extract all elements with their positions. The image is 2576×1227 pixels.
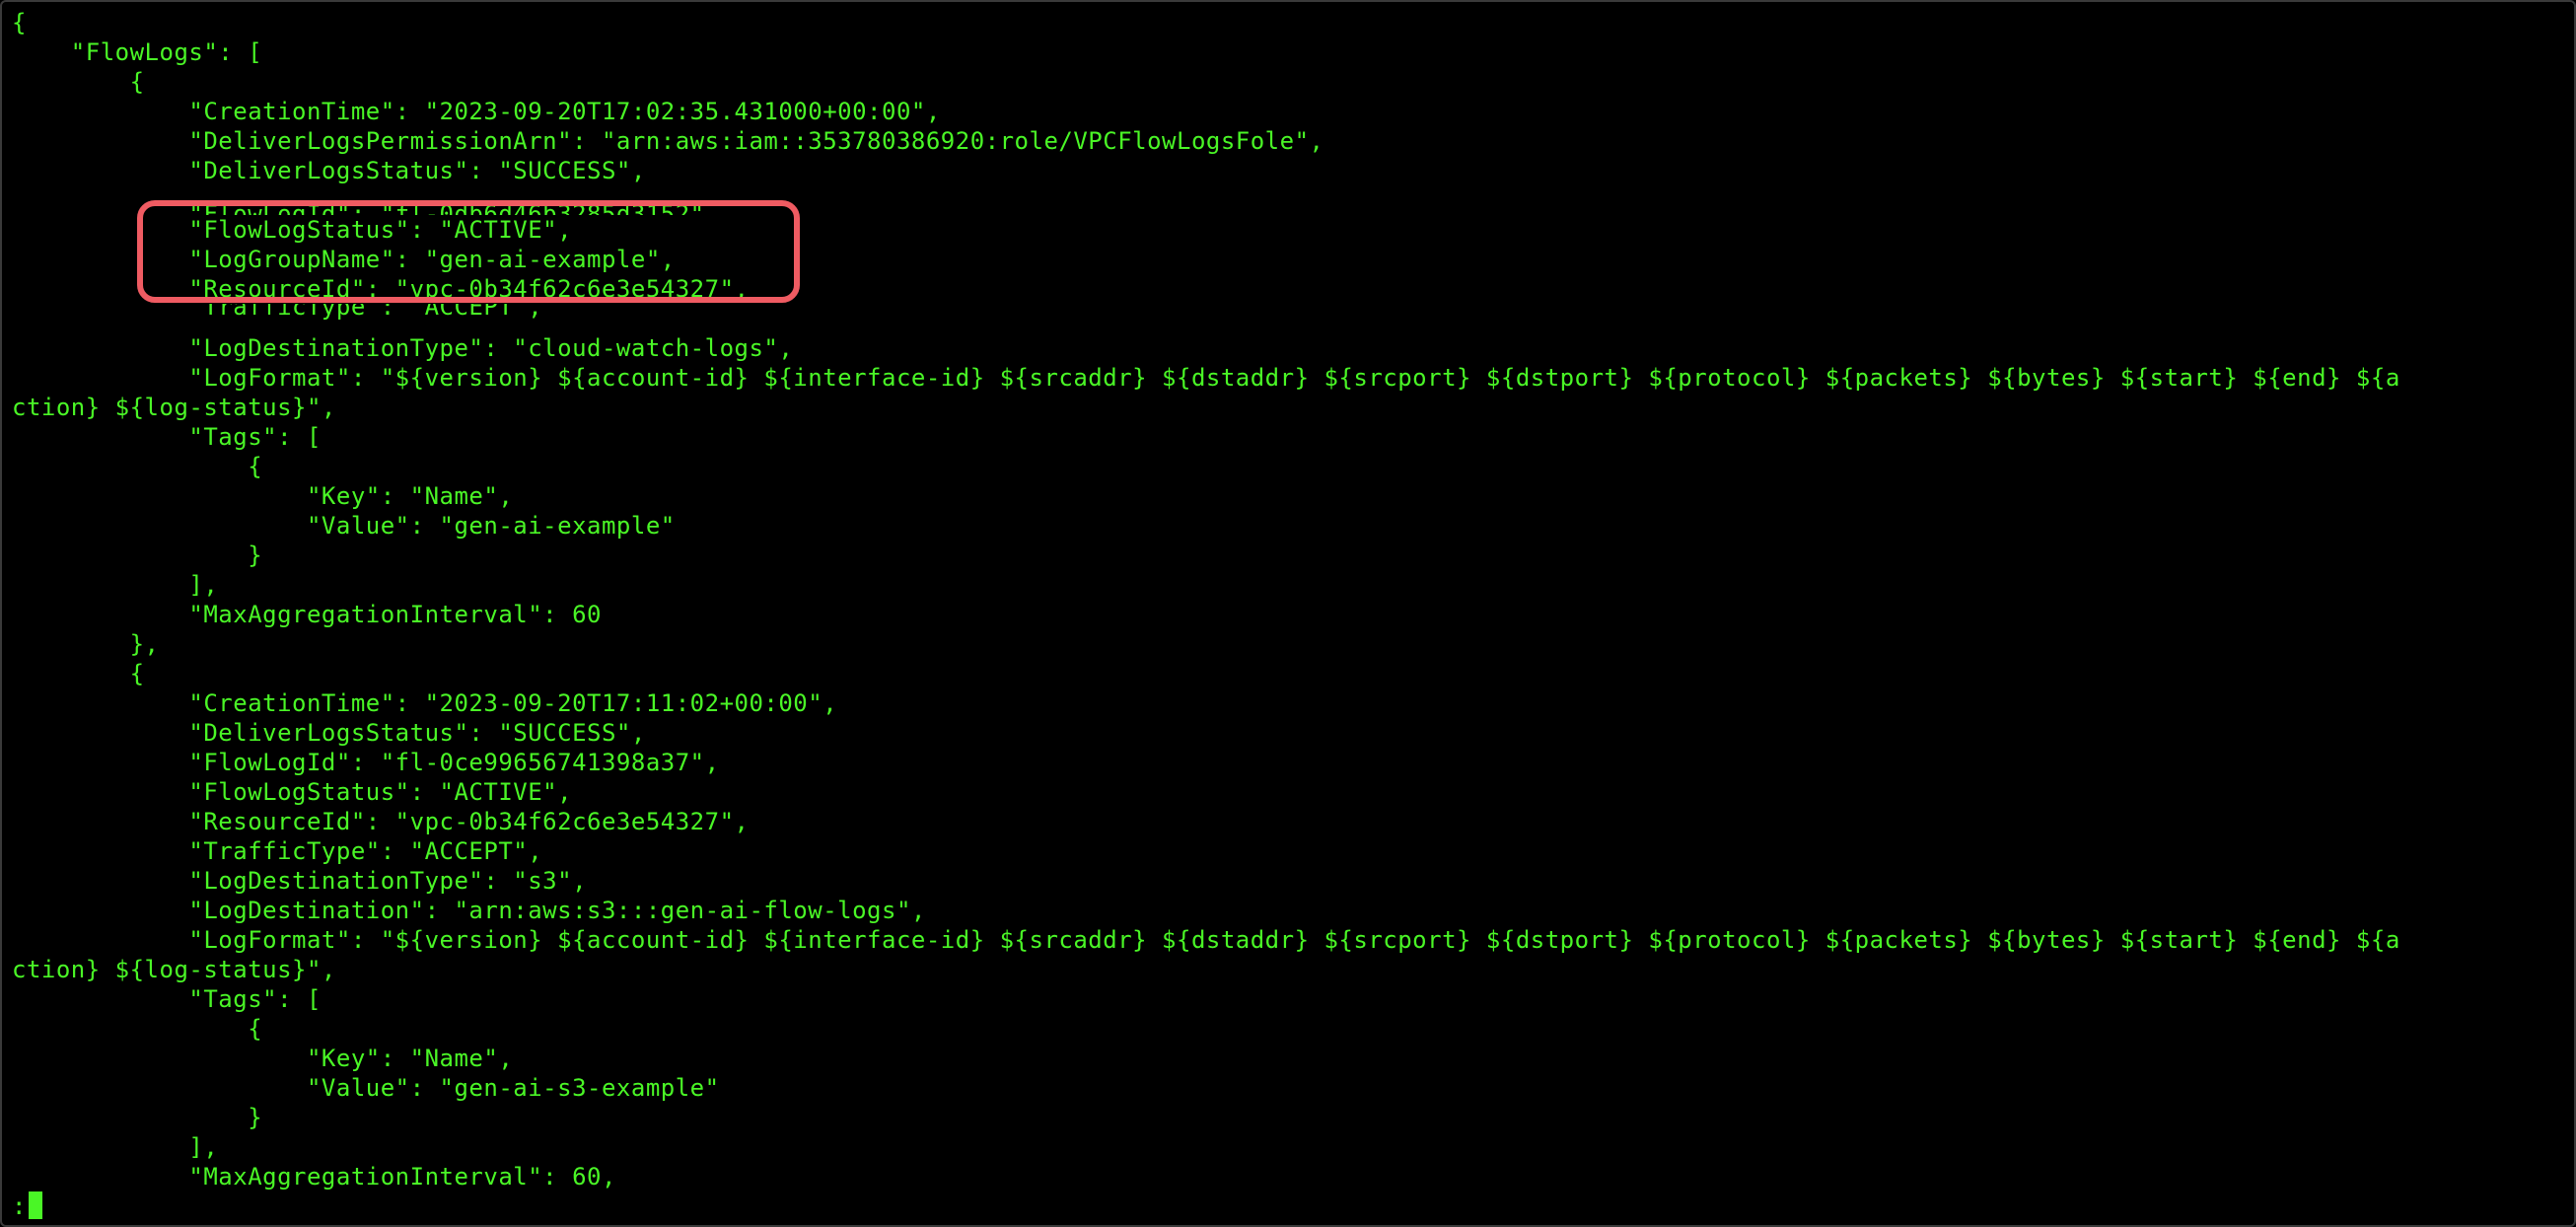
json-line: "DeliverLogsStatus": "SUCCESS", <box>12 719 646 747</box>
json-line: "LogFormat": "${version} ${account-id} $… <box>12 926 2400 954</box>
json-line: "Value": "gen-ai-s3-example" <box>12 1074 720 1102</box>
json-line: "FlowLogs": [ <box>12 38 263 66</box>
json-line: ction} ${log-status}", <box>12 956 336 983</box>
json-line-partially-hidden: "FlowLogId": "fl-0db6d46b3285d3152", <box>12 185 2400 215</box>
json-line: { <box>12 1015 263 1043</box>
json-line: "LogDestinationType": "s3", <box>12 867 588 895</box>
json-line: ], <box>12 1133 219 1161</box>
json-line: "CreationTime": "2023-09-20T17:11:02+00:… <box>12 689 838 717</box>
json-line: "Key": "Name", <box>12 482 514 510</box>
pager-prompt-line[interactable]: : <box>12 1191 2400 1221</box>
json-line-highlighted: "ResourceId": "vpc-0b34f62c6e3e54327", <box>12 275 750 303</box>
json-line: "Value": "gen-ai-example" <box>12 512 676 540</box>
json-line: { <box>12 660 145 687</box>
json-line: "DeliverLogsPermissionArn": "arn:aws:iam… <box>12 127 1324 155</box>
json-line: "LogDestination": "arn:aws:s3:::gen-ai-f… <box>12 897 926 924</box>
json-line: "LogDestinationType": "cloud-watch-logs"… <box>12 334 794 362</box>
json-line: { <box>12 453 263 480</box>
json-line: "Tags": [ <box>12 985 322 1013</box>
text-cursor <box>28 1191 42 1219</box>
json-line-partially-hidden: "TrafficType": "ACCEPT", <box>12 304 2400 333</box>
json-line: ction} ${log-status}", <box>12 394 336 421</box>
json-line-highlighted: "FlowLogStatus": "ACTIVE", <box>12 216 573 244</box>
json-line: "Key": "Name", <box>12 1045 514 1072</box>
json-line: { <box>12 9 27 36</box>
json-line: "FlowLogId": "fl-0ce99656741398a37", <box>12 749 720 776</box>
json-line: } <box>12 1104 263 1131</box>
json-line: } <box>12 541 263 569</box>
json-line: "FlowLogStatus": "ACTIVE", <box>12 778 573 806</box>
json-line: "LogFormat": "${version} ${account-id} $… <box>12 364 2400 392</box>
json-line: "FlowLogId": "fl-0db6d46b3285d3152", <box>12 200 720 215</box>
json-line-highlighted: "LogGroupName": "gen-ai-example", <box>12 246 676 273</box>
terminal-output: { "FlowLogs": [ { "CreationTime": "2023-… <box>12 8 2400 1221</box>
json-line: { <box>12 68 145 96</box>
json-line: "ResourceId": "vpc-0b34f62c6e3e54327", <box>12 808 750 835</box>
json-line: "CreationTime": "2023-09-20T17:02:35.431… <box>12 98 941 125</box>
json-line: }, <box>12 630 160 658</box>
terminal-window[interactable]: { "FlowLogs": [ { "CreationTime": "2023-… <box>0 0 2576 1227</box>
json-line: "TrafficType": "ACCEPT", <box>12 837 543 865</box>
json-line: ], <box>12 571 219 599</box>
json-line: "MaxAggregationInterval": 60 <box>12 601 602 628</box>
pager-prompt[interactable]: : <box>12 1192 27 1220</box>
json-line: "Tags": [ <box>12 423 322 451</box>
json-line: "MaxAggregationInterval": 60, <box>12 1163 616 1191</box>
json-line: "TrafficType": "ACCEPT", <box>12 304 543 321</box>
json-line: "DeliverLogsStatus": "SUCCESS", <box>12 157 646 184</box>
